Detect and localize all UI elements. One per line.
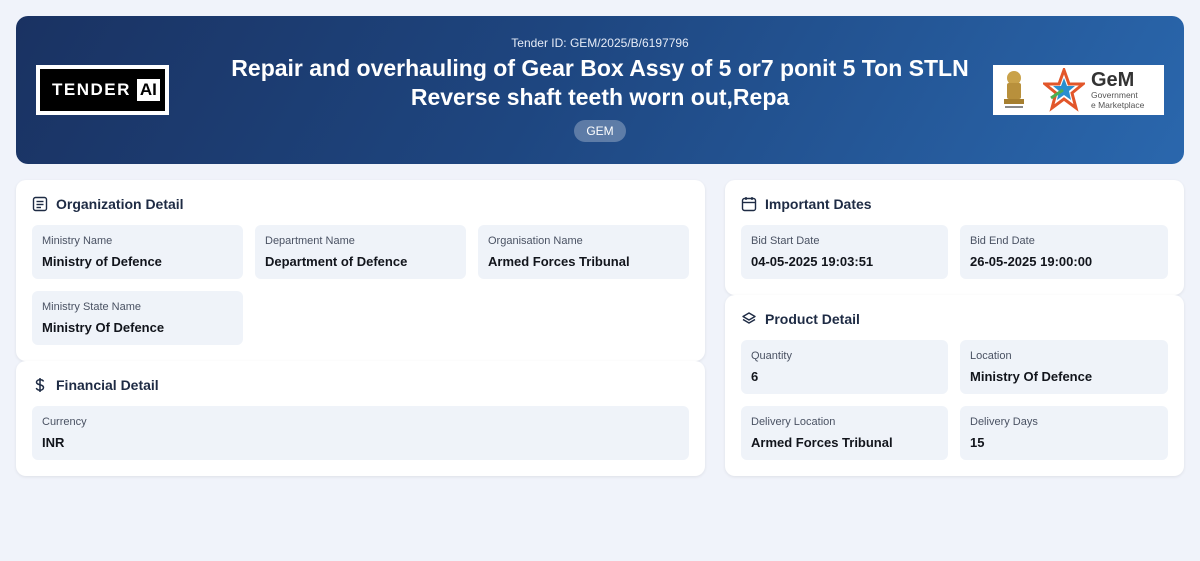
field-organisation-name: Organisation Name Armed Forces Tribunal xyxy=(478,225,689,279)
field-label: Organisation Name xyxy=(488,235,583,247)
dates-title: Important Dates xyxy=(765,196,872,212)
field-delivery-days: Delivery Days 15 xyxy=(960,406,1168,460)
field-ministry-name: Ministry Name Ministry of Defence xyxy=(32,225,243,279)
field-label: Bid Start Date xyxy=(751,235,820,247)
tender-header-banner: TENDER AI Tender ID: GEM/2025/B/6197796 … xyxy=(16,16,1184,164)
gem-line2: e Marketplace xyxy=(1091,100,1145,110)
financial-title: Financial Detail xyxy=(56,377,159,393)
calendar-icon xyxy=(741,197,757,212)
product-title: Product Detail xyxy=(765,311,860,327)
field-value: Ministry of Defence xyxy=(42,254,162,269)
tender-id: Tender ID: GEM/2025/B/6197796 xyxy=(511,36,689,50)
field-bid-start-date: Bid Start Date 04-05-2025 19:03:51 xyxy=(741,225,948,279)
field-value: INR xyxy=(42,435,65,450)
field-label: Delivery Location xyxy=(751,416,836,428)
important-dates-card: Important Dates Bid Start Date 04-05-202… xyxy=(725,180,1184,295)
field-value: Armed Forces Tribunal xyxy=(488,254,630,269)
field-value: Ministry Of Defence xyxy=(970,369,1093,384)
field-value: Armed Forces Tribunal xyxy=(751,435,893,450)
field-currency: Currency INR xyxy=(32,406,689,460)
field-value: 04-05-2025 19:03:51 xyxy=(751,254,874,269)
field-label: Department Name xyxy=(265,235,355,247)
layers-icon xyxy=(742,312,756,324)
field-value: Ministry Of Defence xyxy=(42,320,165,335)
field-value: 15 xyxy=(970,435,985,450)
product-detail-card: Product Detail Quantity 6 Location Minis… xyxy=(725,295,1184,476)
tender-title: Repair and overhauling of Gear Box Assy … xyxy=(231,55,969,110)
financial-detail-card: Financial Detail Currency INR xyxy=(16,361,705,476)
source-badge: GEM xyxy=(574,120,626,142)
logo-word: TENDER xyxy=(52,80,131,99)
document-icon xyxy=(32,196,48,212)
gem-logo: GeM Government e Marketplace xyxy=(993,65,1164,115)
field-value: Department of Defence xyxy=(265,254,408,269)
organization-detail-card: Organization Detail Ministry Name Minist… xyxy=(16,180,705,361)
field-label: Delivery Days xyxy=(970,416,1038,428)
field-label: Quantity xyxy=(751,350,792,362)
field-label: Currency xyxy=(42,416,87,428)
gem-line1: Government xyxy=(1091,90,1138,100)
field-label: Location xyxy=(970,350,1012,362)
field-label: Ministry Name xyxy=(42,235,113,247)
field-department-name: Department Name Department of Defence xyxy=(255,225,466,279)
field-ministry-state-name: Ministry State Name Ministry Of Defence xyxy=(32,291,243,345)
field-value: 26-05-2025 19:00:00 xyxy=(970,254,1093,269)
dollar-icon xyxy=(35,378,45,392)
field-label: Bid End Date xyxy=(970,235,1035,247)
field-label: Ministry State Name xyxy=(42,301,142,313)
gem-star-icon xyxy=(1043,68,1085,112)
field-quantity: Quantity 6 xyxy=(741,340,948,394)
field-value: 6 xyxy=(751,369,759,384)
field-bid-end-date: Bid End Date 26-05-2025 19:00:00 xyxy=(960,225,1168,279)
logo-suffix: AI xyxy=(136,79,160,101)
field-delivery-location: Delivery Location Armed Forces Tribunal xyxy=(741,406,948,460)
national-emblem-icon xyxy=(1004,71,1024,108)
organization-title: Organization Detail xyxy=(56,196,184,212)
gem-brand: GeM xyxy=(1091,69,1135,91)
field-location: Location Ministry Of Defence xyxy=(960,340,1168,394)
tender-ai-logo: TENDER AI xyxy=(36,65,169,115)
